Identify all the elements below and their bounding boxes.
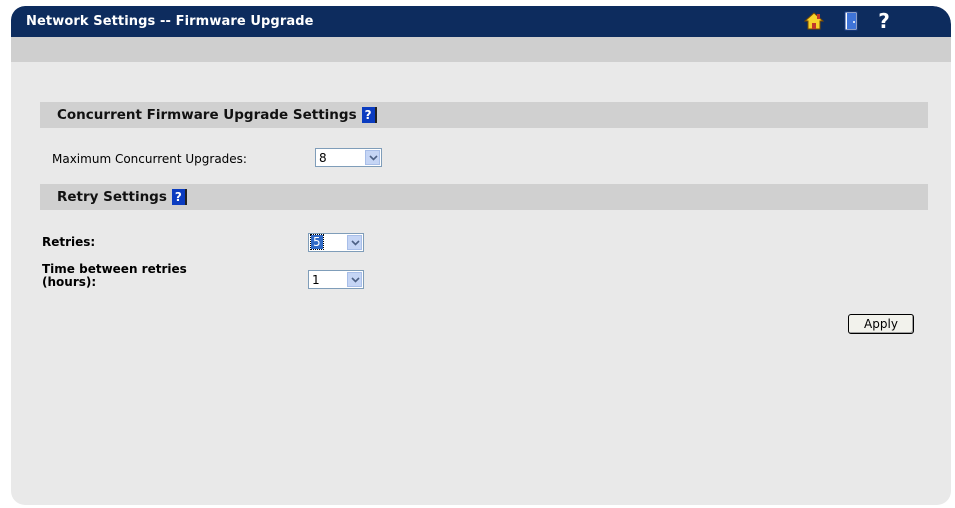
time-between-retries-label: Time between retries (hours): [42, 263, 187, 289]
max-concurrent-upgrades-label: Maximum Concurrent Upgrades: [52, 152, 247, 166]
main-panel: Network Settings -- Firmware Upgrade ? C… [11, 6, 951, 505]
section-title-text: Concurrent Firmware Upgrade Settings [57, 107, 357, 123]
toolbar-strip [11, 37, 951, 62]
section-title: Retry Settings? [57, 189, 187, 205]
max-concurrent-upgrades-select[interactable]: 8 [315, 148, 382, 167]
select-value: 5 [310, 234, 324, 250]
retries-label: Retries: [42, 235, 96, 249]
page-title: Network Settings -- Firmware Upgrade [26, 14, 314, 29]
chevron-down-icon[interactable] [347, 272, 362, 287]
time-between-retries-select[interactable]: 1 [308, 270, 364, 289]
title-bar: Network Settings -- Firmware Upgrade ? [11, 6, 951, 37]
label-line-2: (hours): [42, 275, 97, 289]
retries-select[interactable]: 5 [308, 233, 364, 252]
section-help-icon[interactable]: ? [361, 107, 377, 123]
help-icon[interactable]: ? [874, 11, 894, 31]
section-retry-settings: Retry Settings? [40, 184, 928, 210]
home-icon[interactable] [803, 11, 825, 31]
select-value: 8 [319, 151, 327, 165]
section-help-icon[interactable]: ? [171, 189, 187, 205]
chevron-down-icon[interactable] [347, 235, 362, 250]
section-title: Concurrent Firmware Upgrade Settings? [57, 107, 377, 123]
section-title-text: Retry Settings [57, 189, 167, 205]
select-value: 1 [312, 273, 320, 287]
door-icon[interactable] [843, 11, 859, 31]
apply-button[interactable]: Apply [848, 314, 914, 334]
chevron-down-icon[interactable] [365, 150, 380, 165]
section-concurrent-upgrade: Concurrent Firmware Upgrade Settings? [40, 102, 928, 128]
